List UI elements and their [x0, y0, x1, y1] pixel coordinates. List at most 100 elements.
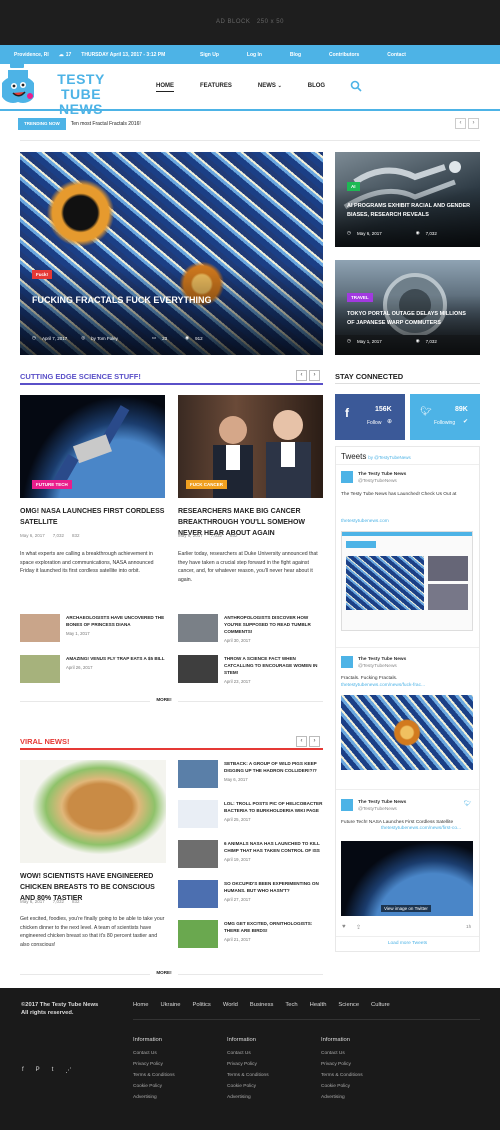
hero-title[interactable]: FUCKING FRACTALS FUCK EVERYTHING [32, 295, 312, 305]
footer-link[interactable]: Terms & Conditions [321, 1070, 363, 1081]
nav-news[interactable]: NEWS ⌄ [258, 83, 282, 92]
signup-link[interactable]: Sign Up [200, 52, 219, 58]
view-on-twitter-label[interactable]: View image on Twitter [381, 905, 431, 912]
footer-link[interactable]: Contact Us [227, 1048, 269, 1059]
trending-headline[interactable]: Ten most Fractal Fractals 2016! [71, 121, 141, 127]
tweet-card-screenshot[interactable] [341, 531, 473, 631]
nav-home[interactable]: HOME [156, 83, 174, 92]
footer-link[interactable]: Privacy Policy [227, 1059, 269, 1070]
list-item[interactable]: SETBACK: A GROUP OF WILD PIGS KEEP DIGGI… [178, 760, 323, 788]
prev-button[interactable]: ‹ [296, 736, 307, 747]
footer-link[interactable]: Advertising [227, 1092, 269, 1103]
tweet-link[interactable]: thetestytubenews.com/news/fuck-frac... [341, 683, 425, 688]
heart-icon[interactable]: ♥ [342, 924, 346, 930]
avatar[interactable] [341, 471, 353, 483]
footer-link-science[interactable]: Science [338, 1002, 359, 1008]
footer-link-politics[interactable]: Politics [192, 1002, 210, 1008]
more-button[interactable]: MORE! [150, 970, 178, 975]
list-item[interactable]: SO OKCUPID'S BEEN EXPERIMENTING ON HUMAN… [178, 880, 323, 908]
list-title[interactable]: 6 ANIMALS NASA HAS LAUNCHED TO KILL CHIM… [224, 840, 323, 854]
list-title[interactable]: AMAZING! VENUS FLY TRAP EATS A $5 BILL [66, 655, 165, 662]
card-tag[interactable]: FUTURE TECH [32, 480, 72, 489]
tweet-author[interactable]: The Testy Tube News [358, 472, 406, 477]
tweet-handle[interactable]: @TestyTubeNews [358, 807, 397, 812]
list-title[interactable]: OMG GET EXCITED, ORNITHOLOGISTS: THERE A… [224, 920, 323, 934]
footer-link[interactable]: Cookie Policy [321, 1081, 363, 1092]
footer-link[interactable]: Advertising [133, 1092, 175, 1103]
login-link[interactable]: Log In [247, 52, 262, 58]
card-tag[interactable]: FUCK CANCER [186, 480, 227, 489]
footer-link[interactable]: Contact Us [133, 1048, 175, 1059]
facebook-follow-box[interactable]: f 156K Follow ⊕ [335, 394, 405, 440]
tweet-author[interactable]: The Testy Tube News [358, 800, 406, 805]
footer-link-home[interactable]: Home [133, 1002, 148, 1008]
footer-link[interactable]: Advertising [321, 1092, 363, 1103]
nav-blog[interactable]: BLOG [308, 83, 325, 92]
tweet-image[interactable] [341, 695, 473, 770]
footer-link[interactable]: Cookie Policy [227, 1081, 269, 1092]
footer-link[interactable]: Contact Us [321, 1048, 363, 1059]
side-title-travel[interactable]: TOKYO PORTAL OUTAGE DELAYS MILLIONS OF J… [347, 310, 472, 328]
hero-article[interactable]: Fuck! FUCKING FRACTALS FUCK EVERYTHING ◷… [20, 152, 323, 355]
footer-link-ukraine[interactable]: Ukraine [160, 1002, 180, 1008]
chicken-image[interactable] [20, 760, 166, 863]
hero-tag[interactable]: Fuck! [32, 270, 53, 279]
side-title-ai[interactable]: AI PROGRAMS EXHIBIT RACIAL AND GENDER BI… [347, 202, 472, 220]
tweet-link[interactable]: thetestytubenews.com/news/first-co... [381, 826, 461, 831]
avatar[interactable] [341, 656, 353, 668]
list-item[interactable]: ANTHROPOLOGISTS DISCOVER HOW YOU'RE SUPP… [178, 614, 323, 643]
next-button[interactable]: › [309, 736, 320, 747]
load-more-tweets[interactable]: Load more Tweets [336, 941, 479, 946]
list-title[interactable]: SETBACK: A GROUP OF WILD PIGS KEEP DIGGI… [224, 760, 323, 774]
twitter-timeline[interactable]: Tweets by @TestyTubeNews The Testy Tube … [335, 446, 480, 952]
side-article-ai[interactable]: AI AI PROGRAMS EXHIBIT RACIAL AND GENDER… [335, 152, 480, 247]
rss-icon[interactable]: ⋰ [65, 1067, 71, 1074]
side-tag-ai[interactable]: AI [347, 182, 360, 191]
trending-next-button[interactable]: › [468, 118, 479, 129]
tweet-author[interactable]: The Testy Tube News [358, 657, 406, 662]
satellite-image[interactable]: FUTURE TECH [20, 395, 165, 498]
footer-link[interactable]: Cookie Policy [133, 1081, 175, 1092]
footer-link-business[interactable]: Business [250, 1002, 274, 1008]
footer-link-culture[interactable]: Culture [371, 1002, 390, 1008]
tweet-handle[interactable]: @TestyTubeNews [358, 479, 397, 484]
search-icon[interactable] [350, 80, 362, 92]
footer-link-world[interactable]: World [223, 1002, 238, 1008]
footer-link[interactable]: Terms & Conditions [227, 1070, 269, 1081]
avatar[interactable] [341, 799, 353, 811]
side-tag-travel[interactable]: TRAVEL [347, 293, 373, 302]
tweet-link[interactable]: thetestytubenews.com [341, 519, 389, 524]
twitter-follow-box[interactable]: 🐦︎ 89K Following ✔ [410, 394, 480, 440]
share-icon[interactable]: ⇪ [356, 924, 361, 931]
list-item[interactable]: ARCHAEOLOGISTS HAVE UNCOVERED THE BONES … [20, 614, 165, 642]
list-item[interactable]: THROW A SCIENCE FACT WHEN CATCALLING TO … [178, 655, 323, 684]
tweet-handle[interactable]: @TestyTubeNews [358, 664, 397, 669]
trending-prev-button[interactable]: ‹ [455, 118, 466, 129]
tweet-image[interactable]: View image on Twitter [341, 841, 473, 916]
facebook-icon[interactable]: f [22, 1067, 24, 1074]
next-button[interactable]: › [309, 370, 320, 381]
pinterest-icon[interactable]: P [36, 1067, 40, 1074]
prev-button[interactable]: ‹ [296, 370, 307, 381]
list-title[interactable]: THROW A SCIENCE FACT WHEN CATCALLING TO … [224, 655, 323, 676]
footer-link[interactable]: Privacy Policy [321, 1059, 363, 1070]
more-button[interactable]: MORE! [150, 697, 178, 702]
list-item[interactable]: AMAZING! VENUS FLY TRAP EATS A $5 BILL Ap… [20, 655, 165, 683]
side-article-travel[interactable]: TRAVEL TOKYO PORTAL OUTAGE DELAYS MILLIO… [335, 260, 480, 355]
list-title[interactable]: ARCHAEOLOGISTS HAVE UNCOVERED THE BONES … [66, 614, 165, 628]
footer-link-tech[interactable]: Tech [285, 1002, 297, 1008]
researchers-image[interactable]: FUCK CANCER [178, 395, 323, 498]
site-logo[interactable]: TESTY TUBE NEWS [36, 72, 126, 117]
footer-link-health[interactable]: Health [310, 1002, 327, 1008]
list-title[interactable]: ANTHROPOLOGISTS DISCOVER HOW YOU'RE SUPP… [224, 614, 323, 635]
list-item[interactable]: LOL: TROLL POSTS PIC OF HELICOBACTER BAC… [178, 800, 323, 828]
list-item[interactable]: 6 ANIMALS NASA HAS LAUNCHED TO KILL CHIM… [178, 840, 323, 868]
list-title[interactable]: LOL: TROLL POSTS PIC OF HELICOBACTER BAC… [224, 800, 323, 814]
contributors-link[interactable]: Contributors [329, 52, 359, 58]
twitter-icon[interactable]: t [52, 1067, 54, 1074]
footer-link[interactable]: Privacy Policy [133, 1059, 175, 1070]
list-title[interactable]: SO OKCUPID'S BEEN EXPERIMENTING ON HUMAN… [224, 880, 323, 894]
footer-link[interactable]: Terms & Conditions [133, 1070, 175, 1081]
test-tube-logo-icon[interactable] [2, 60, 34, 104]
nav-features[interactable]: FEATURES [200, 83, 232, 92]
